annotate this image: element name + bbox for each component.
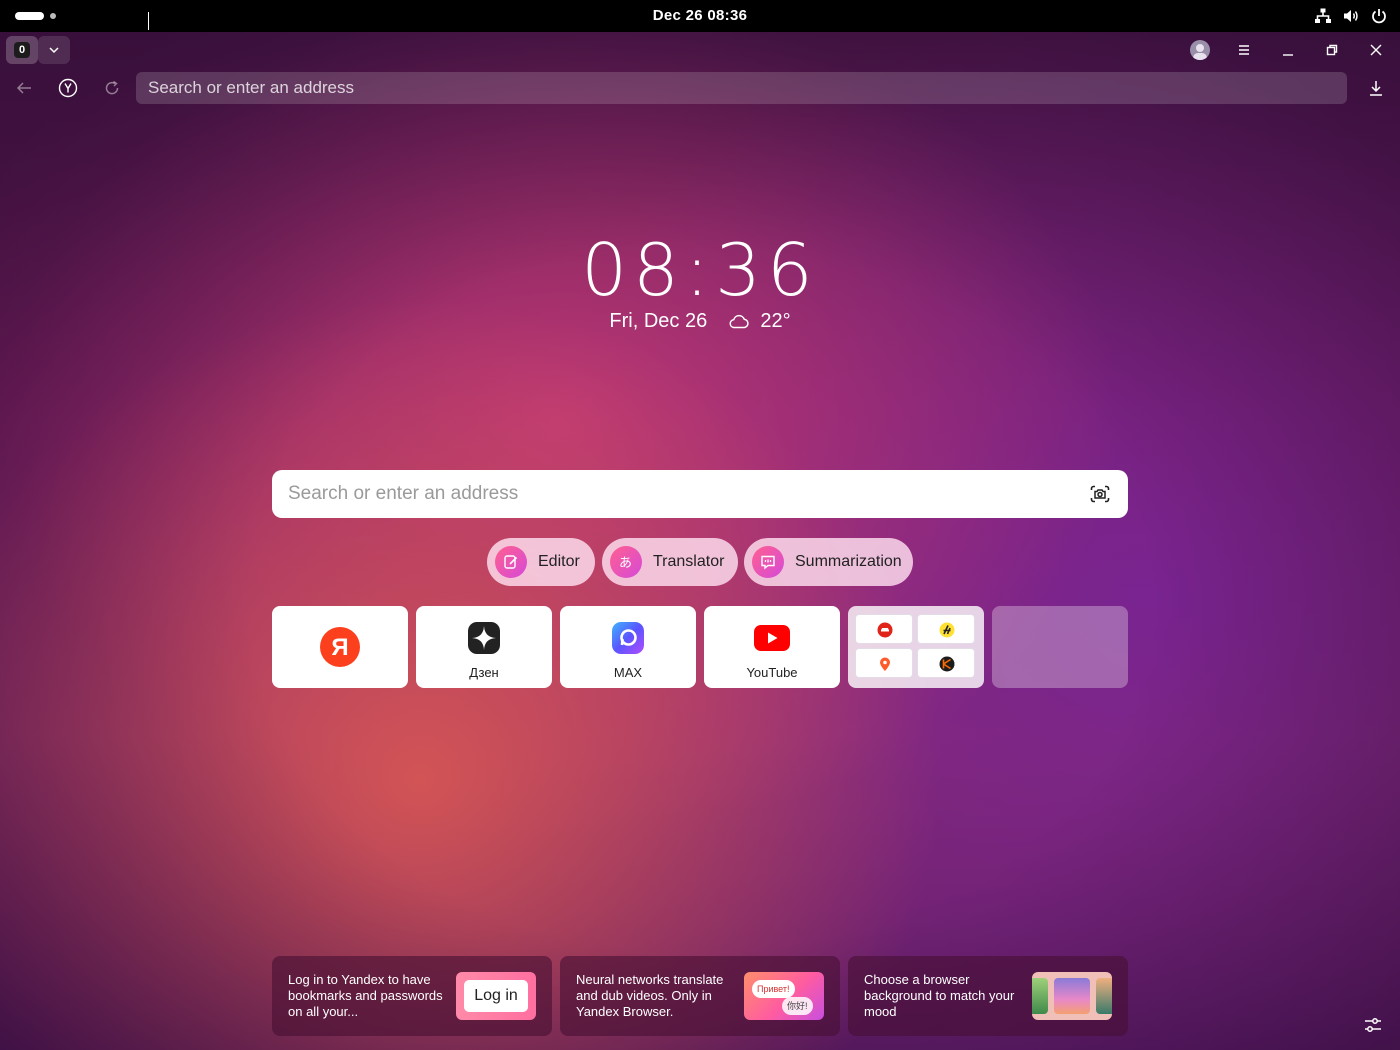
tile-label: MAX <box>613 665 643 680</box>
lavka-icon <box>939 622 955 638</box>
svg-text:あ: あ <box>619 556 632 571</box>
editor-chip[interactable]: Editor <box>487 538 595 586</box>
translator-chip[interactable]: あ Translator <box>602 538 738 586</box>
customize-button[interactable] <box>1362 1014 1384 1036</box>
translator-chip-label: Translator <box>653 553 725 570</box>
promo-card-login[interactable]: Log in to Yandex to have bookmarks and p… <box>272 956 552 1036</box>
tab-count: 0 <box>14 42 30 58</box>
address-bar[interactable] <box>136 72 1347 104</box>
close-icon <box>1370 44 1382 56</box>
editor-icon <box>495 546 527 578</box>
power-icon[interactable] <box>1370 7 1388 30</box>
dzen-icon <box>468 622 500 654</box>
tile-add-empty[interactable] <box>992 606 1128 688</box>
tile-max[interactable]: MAX <box>560 606 696 688</box>
summarization-chip-label: Summarization <box>795 553 902 570</box>
background-thumbnails <box>1032 972 1112 1020</box>
editor-chip-label: Editor <box>538 553 580 570</box>
mini-tile-lavka <box>917 614 975 644</box>
mini-tile-taxi <box>855 614 913 644</box>
volume-icon[interactable] <box>1342 7 1360 30</box>
system-clock[interactable]: Dec 26 08:36 <box>0 7 1400 24</box>
map-pin-icon <box>880 657 890 671</box>
promo-translate-text: Neural networks translate and dub videos… <box>576 972 724 1019</box>
back-arrow-icon <box>16 82 31 94</box>
cloud-icon <box>729 314 749 329</box>
download-icon <box>1370 81 1382 96</box>
yandex-button[interactable] <box>56 76 80 100</box>
mini-tile-maps <box>855 648 913 678</box>
promo-card-translate[interactable]: Neural networks translate and dub videos… <box>560 956 840 1036</box>
yandex-logo-icon: Я <box>320 627 360 667</box>
tab-counter-button[interactable]: 0 <box>6 36 38 64</box>
main-search-box <box>272 470 1128 518</box>
translator-icon: あ <box>610 546 642 578</box>
yandex-y-icon <box>58 78 78 98</box>
login-button[interactable]: Log in <box>464 980 528 1012</box>
big-clock: 08:36 <box>581 228 819 312</box>
tabs-dropdown-button[interactable] <box>38 36 70 64</box>
summarization-icon <box>752 546 784 578</box>
downloads-button[interactable] <box>1364 76 1388 100</box>
temperature-label: 22° <box>760 310 791 332</box>
back-button[interactable] <box>12 76 36 100</box>
kinopoisk-icon <box>939 656 955 672</box>
bubble-chinese: 你好! <box>782 997 813 1015</box>
tile-label: Дзен <box>469 665 499 680</box>
profile-avatar[interactable] <box>1190 40 1210 60</box>
max-icon <box>612 622 644 654</box>
camera-search-icon[interactable] <box>1088 482 1112 506</box>
promo-card-background[interactable]: Choose a browser background to match you… <box>848 956 1128 1036</box>
system-tray[interactable] <box>1314 7 1388 30</box>
summarization-chip[interactable]: Summarization <box>744 538 913 586</box>
system-top-bar: Dec 26 08:36 <box>0 0 1400 32</box>
mini-tile-kinopoisk <box>917 648 975 678</box>
date-weather-line[interactable]: Fri, Dec 26 22° <box>0 310 1400 333</box>
reload-icon <box>105 80 119 95</box>
login-button-frame: Log in <box>456 972 536 1020</box>
tile-label: YouTube <box>746 665 798 680</box>
promo-background-text: Choose a browser background to match you… <box>864 972 1015 1019</box>
taxi-icon <box>877 622 893 638</box>
text-caret <box>148 12 149 30</box>
tile-yandex[interactable]: Я <box>272 606 408 688</box>
main-search-input[interactable] <box>272 470 1072 518</box>
reload-button[interactable] <box>100 76 124 100</box>
translate-illustration: Привет! 你好! <box>744 972 824 1020</box>
youtube-icon <box>754 625 790 651</box>
chevron-down-icon <box>49 47 59 54</box>
svg-text:Я: Я <box>331 634 348 661</box>
bubble-russian: Привет! <box>752 980 795 998</box>
page-background <box>0 0 1400 1050</box>
network-icon[interactable] <box>1314 7 1332 30</box>
promo-login-text: Log in to Yandex to have bookmarks and p… <box>288 972 443 1019</box>
date-label: Fri, Dec 26 <box>609 310 708 332</box>
restore-button[interactable] <box>1320 38 1344 62</box>
close-button[interactable] <box>1364 38 1388 62</box>
tile-youtube[interactable]: YouTube <box>704 606 840 688</box>
minimize-icon <box>1283 54 1293 56</box>
tile-dzen[interactable]: Дзен <box>416 606 552 688</box>
menu-button[interactable] <box>1232 38 1256 62</box>
tile-group-folder[interactable] <box>848 606 984 688</box>
hamburger-icon <box>1239 45 1249 55</box>
restore-icon <box>1326 44 1338 56</box>
minimize-button[interactable] <box>1276 38 1300 62</box>
settings-sliders-icon <box>1365 1018 1381 1032</box>
navigation-bar <box>0 68 1400 108</box>
